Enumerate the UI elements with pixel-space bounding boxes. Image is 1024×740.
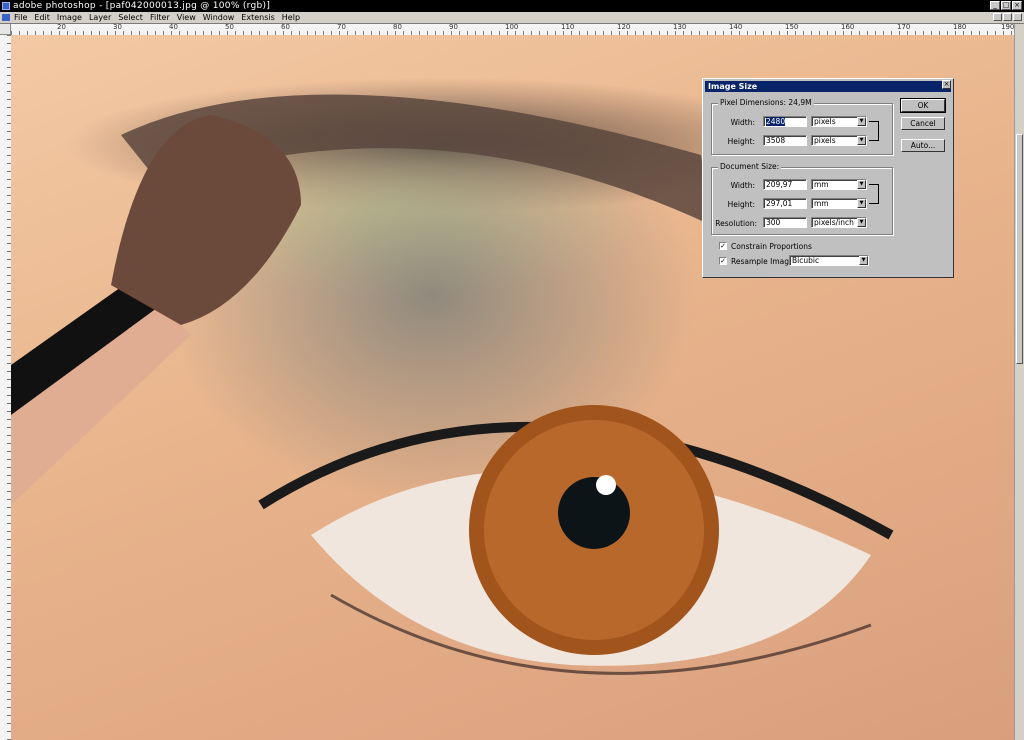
ruler-tick: 170 — [897, 24, 911, 31]
document-width-label: Width: — [730, 181, 755, 190]
close-window-button[interactable]: × — [1012, 1, 1022, 10]
eye-highlight — [596, 475, 616, 495]
pixel-width-value: 2480 — [766, 117, 786, 126]
doc-close-button[interactable] — [1013, 13, 1022, 21]
minimize-button[interactable]: _ — [990, 1, 1000, 10]
menu-extensis[interactable]: Extensis — [241, 12, 274, 23]
pixel-height-unit-select[interactable]: pixels ▼ — [811, 135, 867, 146]
resample-image-label: Resample Image: — [731, 257, 797, 266]
ruler-tick: 120 — [617, 24, 631, 31]
scrollbar-thumb[interactable] — [1016, 134, 1023, 364]
document-width-unit-select[interactable]: mm ▼ — [811, 179, 867, 190]
ruler-tick: 40 — [169, 24, 178, 31]
pixel-dimensions-group: Pixel Dimensions: 24,9M — [711, 98, 893, 155]
menu-bar: File Edit Image Layer Select Filter View… — [0, 12, 1024, 24]
menu-image[interactable]: Image — [57, 12, 82, 23]
ruler-tick: 150 — [785, 24, 799, 31]
document-width-unit: mm — [814, 180, 829, 189]
resolution-unit: pixels/inch — [814, 218, 854, 227]
ruler-tick: 80 — [393, 24, 402, 31]
cancel-button[interactable]: Cancel — [901, 117, 945, 130]
ruler-tick: 30 — [113, 24, 122, 31]
pixel-dimensions-label: Pixel Dimensions: 24,9M — [718, 98, 814, 107]
menu-select[interactable]: Select — [118, 12, 143, 23]
constrain-proportions-label: Constrain Proportions — [731, 242, 812, 251]
photoshop-app-icon[interactable] — [2, 2, 10, 10]
dropdown-arrow-icon: ▼ — [857, 199, 866, 208]
pixel-link-bracket-icon — [869, 121, 879, 141]
ruler-tick: 140 — [729, 24, 743, 31]
dropdown-arrow-icon: ▼ — [857, 136, 866, 145]
dropdown-arrow-icon: ▼ — [859, 256, 868, 265]
ruler-tick: 130 — [673, 24, 687, 31]
vertical-scrollbar[interactable] — [1014, 24, 1024, 740]
ruler-tick: 180 — [953, 24, 967, 31]
menu-file[interactable]: File — [14, 12, 27, 23]
resolution-label: Resolution: — [715, 219, 757, 228]
dialog-title: Image Size — [705, 81, 951, 92]
document-height-unit: mm — [814, 199, 829, 208]
resolution-unit-select[interactable]: pixels/inch ▼ — [811, 217, 867, 228]
constrain-proportions-checkbox[interactable]: ✓ — [719, 242, 727, 250]
ruler-tick: 90 — [449, 24, 458, 31]
menu-filter[interactable]: Filter — [150, 12, 170, 23]
menu-view[interactable]: View — [177, 12, 196, 23]
document-size-label: Document Size: — [718, 162, 782, 171]
document-height-input[interactable]: 297,01 — [763, 198, 807, 209]
ruler-tick: 160 — [841, 24, 855, 31]
ruler-tick: 100 — [505, 24, 519, 31]
ruler-tick: 50 — [225, 24, 234, 31]
document-height-unit-select[interactable]: mm ▼ — [811, 198, 867, 209]
doc-restore-button[interactable] — [1003, 13, 1012, 21]
dialog-close-button[interactable]: × — [942, 80, 951, 89]
resample-method-select[interactable]: Bicubic ▼ — [789, 255, 869, 266]
resample-image-checkbox[interactable]: ✓ — [719, 257, 727, 265]
document-icon[interactable] — [2, 14, 10, 21]
document-window-controls — [993, 13, 1022, 21]
maximize-button[interactable]: □ — [1001, 1, 1011, 10]
title-bar: adobe photoshop - [paf042000013.jpg @ 10… — [0, 0, 1024, 12]
resolution-input[interactable]: 300 — [763, 217, 807, 228]
pixel-width-unit-select[interactable]: pixels ▼ — [811, 116, 867, 127]
menu-edit[interactable]: Edit — [34, 12, 50, 23]
ruler-origin[interactable] — [0, 24, 11, 35]
document-width-input[interactable]: 209,97 — [763, 179, 807, 190]
ruler-tick: 20 — [57, 24, 66, 31]
ruler-tick: 60 — [281, 24, 290, 31]
dropdown-arrow-icon: ▼ — [857, 117, 866, 126]
document-height-label: Height: — [727, 200, 755, 209]
document-link-bracket-icon — [869, 184, 879, 204]
pupil — [558, 477, 630, 549]
pixel-width-label: Width: — [730, 118, 755, 127]
doc-minimize-button[interactable] — [993, 13, 1002, 21]
ok-button[interactable]: OK — [900, 98, 946, 113]
dropdown-arrow-icon: ▼ — [857, 180, 866, 189]
menu-layer[interactable]: Layer — [89, 12, 111, 23]
pixel-height-unit: pixels — [814, 136, 836, 145]
dropdown-arrow-icon: ▼ — [857, 218, 866, 227]
menu-window[interactable]: Window — [203, 12, 235, 23]
auto-button[interactable]: Auto... — [901, 139, 945, 152]
window-title: adobe photoshop - [paf042000013.jpg @ 10… — [13, 1, 271, 11]
pixel-height-label: Height: — [727, 137, 755, 146]
ruler-tick: 70 — [337, 24, 346, 31]
ruler-tick: 110 — [561, 24, 575, 31]
window-controls: _ □ × — [990, 1, 1022, 10]
pixel-width-input[interactable]: 2480 — [763, 116, 807, 127]
pixel-width-unit: pixels — [814, 117, 836, 126]
menu-help[interactable]: Help — [282, 12, 300, 23]
ruler-tick: 190 — [1001, 24, 1014, 31]
image-size-dialog: Image Size × Pixel Dimensions: 24,9M Wid… — [702, 78, 954, 278]
resample-method: Bicubic — [792, 256, 820, 265]
pixel-height-input[interactable]: 3508 — [763, 135, 807, 146]
